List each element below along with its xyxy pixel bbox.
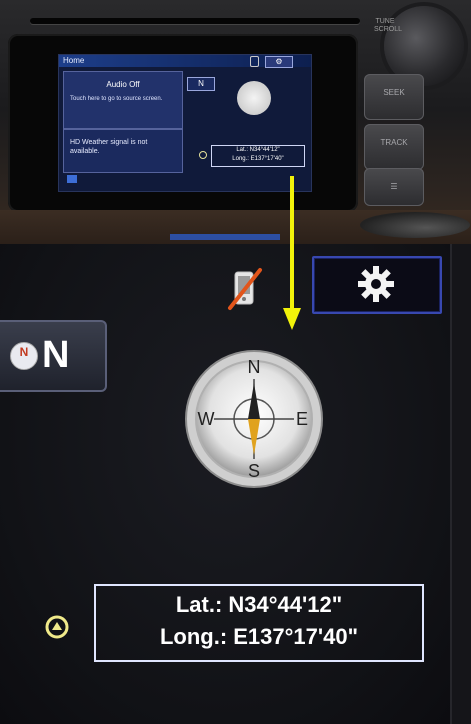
compass-s-label: S [248, 461, 260, 481]
compass-icon [237, 81, 271, 115]
heading-badge[interactable]: N [187, 77, 215, 91]
longitude-small: Long.: E137°17'40" [232, 156, 284, 162]
latitude-small: Lat.: N34°44'12" [236, 147, 280, 153]
location-icon [199, 151, 207, 159]
hd-weather-message: HD Weather signal is not available. [70, 139, 148, 155]
gear-icon [358, 266, 394, 302]
head-unit-screen: Home ⚙ Audio Off Touch here to go to sou… [58, 54, 312, 192]
track-label: TRACK [380, 138, 408, 147]
coordinates-box-small: Lat.: N34°44'12" Long.: E137°17'40" [211, 145, 305, 167]
audio-status: Audio Off [106, 80, 140, 89]
compass-e-label: E [296, 409, 308, 429]
zoomed-screen: N N N S E W Lat.: N34°44'12" Long.: E137… [0, 244, 452, 724]
settings-button[interactable] [312, 256, 442, 314]
heading-letter: N [42, 334, 70, 376]
longitude-readout: Long.: E137°17'40" [159, 624, 359, 649]
menu-button[interactable]: ☰ [364, 168, 424, 206]
compass-n-label: N [248, 357, 261, 377]
heading-compass-icon: N [10, 342, 38, 370]
gear-icon[interactable]: ⚙ [265, 56, 293, 68]
seek-label: SEEK [383, 88, 405, 97]
cd-slot [30, 18, 360, 24]
compass-w-label: W [198, 409, 215, 429]
display-glow [170, 234, 280, 240]
photo: Home ⚙ Audio Off Touch here to go to sou… [0, 0, 471, 724]
menu-label: ☰ [390, 182, 398, 191]
compass-icon: N S E W [185, 350, 323, 488]
seek-button[interactable]: SEEK [364, 74, 424, 120]
audio-tile[interactable]: Audio Off Touch here to go to source scr… [63, 71, 183, 129]
zoomed-screen-photo: N N N S E W Lat.: N34°44'12" Long.: E137… [0, 244, 471, 724]
heading-icon-letter: N [19, 345, 29, 359]
phone-off-icon[interactable] [226, 264, 264, 312]
track-button[interactable]: TRACK [364, 124, 424, 170]
air-vent [360, 212, 470, 238]
latitude-readout: Lat.: N34°44'12" [175, 592, 343, 617]
annotation-arrow [283, 176, 301, 330]
home-title: Home [63, 56, 85, 65]
knob-label: TUNE SCROLL [374, 18, 403, 33]
hd-weather-tile[interactable]: HD Weather signal is not available. [63, 129, 183, 173]
heading-button[interactable]: N N [0, 320, 107, 392]
audio-hint: Touch here to go to source screen. [70, 96, 163, 102]
head-unit-photo: Home ⚙ Audio Off Touch here to go to sou… [0, 0, 471, 244]
location-icon [45, 615, 69, 639]
phone-off-icon[interactable] [250, 56, 259, 67]
coordinates-box: Lat.: N34°44'12" Long.: E137°17'40" [94, 584, 424, 662]
radio-icon[interactable] [67, 175, 77, 183]
